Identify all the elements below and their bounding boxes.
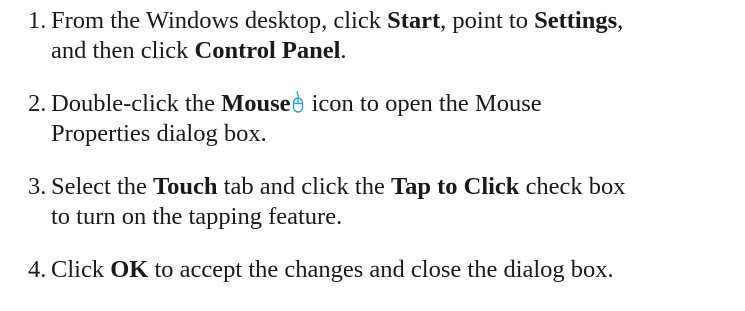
step-1-line-1: From the Windows desktop, click Start, p… — [51, 6, 740, 36]
step-2-line-1: Double-click the Mouse icon to open the … — [51, 89, 740, 119]
step-text: , point to — [440, 7, 535, 34]
step-number: 4. — [28, 256, 47, 283]
step-text: Select the — [51, 173, 154, 200]
instruction-list: 1. From the Windows desktop, click Start… — [28, 6, 740, 285]
step-1-line-2: and then click Control Panel. — [51, 36, 740, 66]
mouse-icon — [292, 91, 304, 113]
control-panel-label: Control Panel — [194, 37, 341, 64]
step-text: icon to open the Mouse — [305, 90, 542, 117]
step-text: to turn on the tapping feature. — [51, 203, 343, 230]
step-1: 1. From the Windows desktop, click Start… — [28, 6, 740, 66]
step-text: and then click — [51, 37, 195, 64]
step-text: Click — [51, 256, 111, 283]
step-3-line-1: Select the Touch tab and click the Tap t… — [51, 172, 740, 202]
step-number: 2. — [28, 90, 47, 117]
step-4: 4. Click OK to accept the changes and cl… — [28, 255, 740, 285]
step-text: check box — [519, 173, 626, 200]
step-3-line-2: to turn on the tapping feature. — [51, 202, 740, 232]
step-text: Properties dialog box. — [51, 120, 267, 147]
step-text: to accept the changes and close the dial… — [148, 256, 614, 283]
settings-label: Settings — [534, 7, 618, 34]
step-2-line-2: Properties dialog box. — [51, 119, 740, 149]
step-4-line-1: Click OK to accept the changes and close… — [51, 255, 740, 285]
step-2: 2. Double-click the Mouse icon to open t… — [28, 89, 740, 149]
step-text: From the Windows desktop, click — [51, 7, 388, 34]
step-text: Double-click the — [51, 90, 222, 117]
step-number: 1. — [28, 7, 47, 34]
ok-label: OK — [110, 256, 149, 283]
tap-to-click-label: Tap to Click — [391, 173, 520, 200]
step-number: 3. — [28, 173, 47, 200]
start-label: Start — [387, 7, 441, 34]
step-text: tab and click the — [217, 173, 391, 200]
touch-label: Touch — [153, 173, 218, 200]
mouse-label: Mouse — [221, 90, 291, 117]
step-text: , — [617, 7, 624, 34]
step-3: 3. Select the Touch tab and click the Ta… — [28, 172, 740, 232]
step-text: . — [340, 37, 347, 64]
